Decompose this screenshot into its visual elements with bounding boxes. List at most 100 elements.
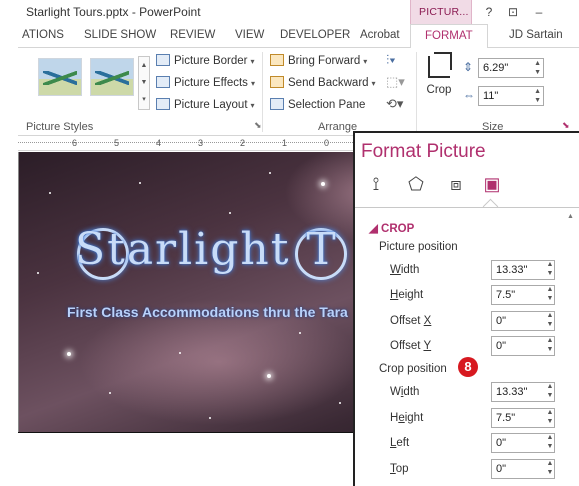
- send-backward-button[interactable]: Send Backward ▾: [270, 76, 376, 89]
- tab-animations[interactable]: ATIONS: [22, 29, 64, 41]
- picture-icon[interactable]: ▣: [479, 171, 505, 197]
- star: [339, 402, 341, 404]
- crop-position-heading: Crop position: [379, 363, 447, 375]
- picture-border-label: Picture Border: [174, 55, 248, 67]
- picture-styles-group-label: Picture Styles: [26, 121, 94, 133]
- group-divider: [262, 52, 263, 132]
- star: [267, 374, 271, 378]
- crop-label: Crop: [426, 84, 452, 96]
- width-icon: ⇔: [463, 88, 475, 102]
- slide-subtitle: First Class Accommodations thru the Tara: [67, 304, 348, 320]
- pane-scrollbar[interactable]: ▲: [564, 211, 579, 486]
- shape-width-input[interactable]: 11" ▲ ▼: [478, 86, 544, 106]
- picture-effects-label: Picture Effects: [174, 77, 248, 89]
- send-backward-label: Send Backward: [288, 77, 369, 89]
- picture-border-button[interactable]: Picture Border ▾: [156, 54, 255, 67]
- format-picture-pane: Format Picture ⟟ ⬠ ⧈ ▣ ◢ CROP Picture po…: [353, 131, 579, 486]
- chevron-down-icon: ▾: [250, 57, 255, 66]
- minimize-button[interactable]: –: [530, 3, 548, 21]
- star: [299, 332, 301, 334]
- tab-developer[interactable]: DEVELOPER: [280, 29, 350, 41]
- star: [179, 352, 181, 354]
- gallery-scroll[interactable]: ▲ ▼ ▾: [138, 56, 150, 110]
- star: [209, 417, 211, 419]
- crop-left-label: Left: [390, 437, 410, 449]
- scroll-up-icon[interactable]: ▲: [567, 213, 574, 220]
- star: [321, 182, 325, 186]
- picture-style-thumbnail[interactable]: [38, 58, 82, 96]
- ribbon: ▲ ▼ ▾ Picture Styles ⬊ Picture Border ▾ Pic…: [18, 48, 579, 136]
- crop-icon: [428, 52, 452, 78]
- spinner-icon[interactable]: ▲ ▼: [534, 87, 541, 105]
- crop-section-header[interactable]: ◢ CROP: [369, 221, 414, 235]
- dialog-launcher-icon[interactable]: ⬊: [254, 120, 262, 131]
- chevron-down-icon: ▾: [250, 101, 255, 110]
- tab-slide-show[interactable]: SLIDE SHOW: [84, 29, 156, 41]
- picture-tools-context-tab[interactable]: PICTUR...: [410, 0, 472, 24]
- effects-pentagon-icon[interactable]: ⬠: [403, 171, 429, 197]
- crop-top-label: Top: [390, 463, 409, 475]
- spinner-icon[interactable]: ▲ ▼: [545, 408, 555, 428]
- collapse-triangle-icon: ◢: [369, 223, 382, 235]
- bring-forward-button[interactable]: Bring Forward ▾: [270, 54, 367, 67]
- star: [37, 272, 39, 274]
- offset-x-label: Offset X: [390, 315, 432, 327]
- shape-width-value: 11": [483, 90, 499, 102]
- picture-border-icon: [156, 54, 170, 66]
- spinner-icon[interactable]: ▲ ▼: [545, 459, 555, 479]
- align-icon[interactable]: ⫶▾: [386, 52, 396, 68]
- chevron-down-icon: ▾: [363, 57, 368, 66]
- crop-section-label: CROP: [381, 223, 415, 235]
- height-icon: ⇕: [463, 60, 474, 74]
- ruler-label: 5: [114, 138, 120, 148]
- fill-line-icon[interactable]: ⟟: [363, 171, 389, 197]
- rotate-icon[interactable]: ⟲▾: [386, 96, 403, 112]
- chevron-down-icon: ▾: [250, 79, 255, 88]
- spinner-icon[interactable]: ▲ ▼: [545, 260, 555, 280]
- spinner-icon[interactable]: ▲ ▼: [545, 433, 555, 453]
- ruler-label: 6: [72, 138, 78, 148]
- pane-title: Format Picture: [361, 141, 486, 162]
- star: [109, 392, 111, 394]
- ruler-label: 3: [198, 138, 204, 148]
- title-bar: Starlight Tours.pptx - PowerPoint PICTUR…: [18, 0, 579, 24]
- tab-acrobat[interactable]: Acrobat: [360, 29, 400, 41]
- star: [139, 182, 141, 184]
- star: [269, 172, 271, 174]
- group-divider: [416, 52, 417, 132]
- group-icon[interactable]: ⬚▾: [386, 74, 405, 90]
- picture-style-thumbnail[interactable]: [90, 58, 134, 96]
- callout-number-badge: 8: [458, 357, 478, 377]
- dialog-launcher-icon[interactable]: ⬊: [562, 120, 570, 131]
- selection-pane-button[interactable]: Selection Pane: [270, 98, 365, 111]
- shape-height-input[interactable]: 6.29" ▲ ▼: [478, 58, 544, 78]
- crop-height-label: Height: [390, 412, 424, 424]
- tab-user-account[interactable]: JD Sartain: [509, 29, 563, 41]
- context-tab-label: PICTUR...: [419, 6, 469, 18]
- offset-y-label: Offset Y: [390, 340, 432, 352]
- size-properties-icon[interactable]: ⧈: [443, 171, 469, 197]
- spinner-icon[interactable]: ▲ ▼: [545, 285, 555, 305]
- spinner-icon[interactable]: ▲ ▼: [545, 311, 555, 331]
- tab-format[interactable]: FORMAT: [410, 24, 488, 49]
- crop-width-label: Width: [390, 386, 420, 398]
- star: [67, 352, 71, 356]
- picture-layout-icon: [156, 98, 170, 110]
- send-backward-icon: [270, 76, 284, 88]
- slide-title-art: Starlight T: [75, 224, 338, 275]
- ruler-label: 2: [240, 138, 246, 148]
- window-title: Starlight Tours.pptx - PowerPoint: [26, 5, 201, 19]
- tab-view[interactable]: VIEW: [235, 29, 264, 41]
- bring-forward-label: Bring Forward: [288, 55, 361, 67]
- chevron-down-icon: ▾: [371, 79, 376, 88]
- crop-button[interactable]: Crop: [421, 52, 457, 116]
- picture-position-heading: Picture position: [379, 241, 458, 253]
- spinner-icon[interactable]: ▲ ▼: [545, 382, 555, 402]
- help-button[interactable]: ?: [480, 3, 498, 21]
- tab-review[interactable]: REVIEW: [170, 29, 215, 41]
- restore-icon[interactable]: ⊡: [504, 3, 522, 21]
- picture-effects-button[interactable]: Picture Effects ▾: [156, 76, 255, 89]
- spinner-icon[interactable]: ▲ ▼: [545, 336, 555, 356]
- picture-layout-button[interactable]: Picture Layout ▾: [156, 98, 255, 111]
- spinner-icon[interactable]: ▲ ▼: [534, 59, 541, 77]
